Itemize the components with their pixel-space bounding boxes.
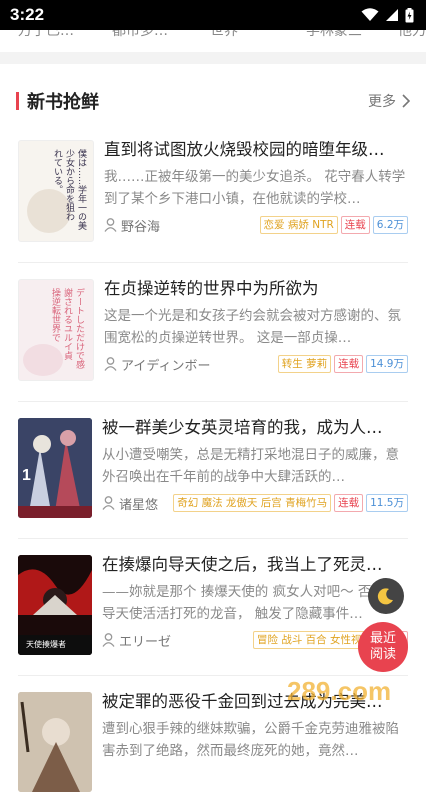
- book-cover[interactable]: [18, 692, 92, 792]
- user-icon: [104, 218, 117, 232]
- section-header: 新书抢鲜 更多: [0, 64, 426, 124]
- cover-art: 1: [18, 418, 92, 518]
- book-desc: 从小遭受嘲笑，总是无精打采地混日子的威廉，意外召唤出在千年前的战争中大肆活跃的…: [102, 447, 399, 485]
- category-tabs-partial: 万于已… 都市多… 世界 学林蒙三 他力…: [0, 30, 426, 52]
- book-tags: 恋爱 病娇 NTR 连载 6.2万: [259, 216, 408, 234]
- cover-volume-number: 1: [22, 467, 31, 484]
- status-time: 3:22: [10, 5, 45, 24]
- book-desc: 遭到心狠手辣的继妹欺骗，公爵千金克劳迪雅被陷害赤到了绝路，然而最终庞死的她，竟然…: [102, 721, 399, 759]
- status-tag: 连载: [334, 355, 364, 373]
- book-title[interactable]: 被一群美少女英灵培育的我，成为人…: [102, 416, 408, 440]
- section-separator: [0, 52, 426, 64]
- tab-partial-2[interactable]: 都市多…: [112, 30, 168, 40]
- book-meta: 野谷海 恋爱 病娇 NTR 连载 6.2万: [104, 214, 408, 236]
- cover-title-line: れている。: [52, 149, 63, 194]
- tab-partial-5[interactable]: 他力…: [398, 30, 426, 40]
- cover-title-line: デートしただけで感: [74, 287, 85, 369]
- recent-label-line-1: 最近: [369, 631, 396, 646]
- battery-icon: [405, 7, 414, 22]
- book-tags: 奇幻 魔法 龙傲天 后宫 青梅竹马 连载 11.5万: [173, 494, 408, 512]
- more-label: 更多: [368, 94, 396, 110]
- book-meta: アイディンボー 转生 萝莉 连载 14.9万: [104, 353, 408, 375]
- title-accent-bar: [16, 92, 19, 110]
- site-watermark: 289.com: [287, 676, 391, 706]
- section-title-wrap: 新书抢鲜: [16, 88, 99, 114]
- book-cover[interactable]: 1: [18, 418, 92, 518]
- author-name: 诸星悠: [119, 497, 159, 513]
- tab-partial-3[interactable]: 世界: [210, 30, 238, 40]
- book-desc: ——妳就是那个 揍爆天使的 疯女人对吧～ 否可向导天使活活打死的龙音， 触发了隐…: [102, 584, 399, 622]
- book-desc: 我……正被年级第一的美少女追杀。 花守春人转学到了某个乡下港口小镇，在他就读的学…: [104, 169, 406, 207]
- user-icon: [102, 633, 115, 647]
- book-info: 直到将试图放火烧毁校园的暗堕年级… 我……正被年级第一的美少女追杀。 花守春人转…: [104, 140, 408, 242]
- genre-tag: 奇幻 魔法 龙傲天 后宫 青梅竹马: [173, 494, 332, 512]
- cover-title-line: 少女から命を狙わ: [64, 149, 75, 221]
- book-item[interactable]: 1 被一群美少女英灵培育的我，成为人… 从小遭受嘲笑，总是无精打采地混日子的威廉…: [0, 402, 426, 518]
- svg-text:289.com: 289.com: [287, 676, 391, 706]
- wordcount-tag: 6.2万: [372, 216, 408, 234]
- status-icons: [361, 7, 414, 23]
- section-title: 新书抢鲜: [27, 92, 99, 113]
- status-tag: 连载: [340, 216, 370, 234]
- author-name: 野谷海: [121, 219, 161, 235]
- status-bar: 3:22: [0, 0, 426, 30]
- book-author: 诸星悠: [102, 494, 158, 513]
- moon-icon: [377, 588, 393, 605]
- author-name: エリーゼ: [119, 634, 172, 650]
- book-author: アイディンボー: [104, 355, 210, 374]
- wordcount-tag: 14.9万: [366, 355, 408, 373]
- book-cover[interactable]: デートしただけで感 謝されるユルイ貞 操逆転世界で: [18, 279, 94, 381]
- book-title[interactable]: 直到将试图放火烧毁校园的暗堕年级…: [104, 138, 408, 162]
- book-author: エリーゼ: [102, 631, 171, 650]
- book-cover[interactable]: 天使揍爆者: [18, 555, 92, 655]
- wifi-icon: [361, 8, 379, 21]
- cover-art: [18, 692, 92, 792]
- book-tags: 转生 萝莉 连载 14.9万: [277, 355, 408, 373]
- cover-art: デートしただけで感 謝されるユルイ貞 操逆転世界で: [23, 287, 85, 376]
- cover-title-line: 謝されるユルイ貞: [62, 287, 73, 361]
- user-icon: [102, 496, 115, 510]
- genre-tag: 转生 萝莉: [277, 355, 332, 373]
- cover-art: 僕は……学年一の美 少女から命を狙わ れている。: [27, 148, 87, 233]
- book-item[interactable]: デートしただけで感 謝されるユルイ貞 操逆転世界で 在贞操逆转的世界中为所欲为 …: [0, 263, 426, 381]
- book-desc: 这是一个光是和女孩子约会就会被对方感谢的、氛围宽松的贞操逆转世界。 这是一部贞操…: [104, 308, 401, 346]
- book-info: 被一群美少女英灵培育的我，成为人… 从小遭受嘲笑，总是无精打采地混日子的威廉，意…: [102, 418, 408, 518]
- recent-reading-button[interactable]: 最近 阅读: [358, 622, 408, 672]
- book-title[interactable]: 在贞操逆转的世界中为所欲为: [104, 277, 408, 301]
- user-icon: [104, 357, 117, 371]
- book-author: 野谷海: [104, 216, 160, 235]
- chevron-right-icon: [402, 94, 410, 108]
- wordcount-tag: 11.5万: [366, 494, 408, 512]
- cover-title-line: 操逆転世界で: [50, 287, 61, 342]
- book-title[interactable]: 在揍爆向导天使之后，我当上了死灵…: [102, 553, 408, 577]
- book-cover[interactable]: 僕は……学年一の美 少女から命を狙わ れている。: [18, 140, 94, 242]
- cover-title-line: 僕は……学年一の美: [76, 148, 87, 231]
- author-name: アイディンボー: [121, 358, 211, 374]
- book-item[interactable]: 僕は……学年一の美 少女から命を狙わ れている。 直到将试图放火烧毁校园的暗堕年…: [0, 124, 426, 242]
- tab-partial-4[interactable]: 学林蒙三: [306, 30, 362, 40]
- genre-tag: 恋爱 病娇 NTR: [259, 216, 338, 234]
- book-info: 在贞操逆转的世界中为所欲为 这是一个光是和女孩子约会就会被对方感谢的、氛围宽松的…: [104, 279, 408, 381]
- night-mode-button[interactable]: [368, 578, 404, 614]
- tab-partial-1[interactable]: 万于已…: [18, 30, 74, 40]
- recent-label-line-2: 阅读: [369, 647, 396, 662]
- book-meta: 诸星悠 奇幻 魔法 龙傲天 后宫 青梅竹马 连载 11.5万: [102, 492, 408, 514]
- signal-icon: [386, 9, 398, 21]
- cover-art: 天使揍爆者: [18, 555, 92, 655]
- cover-title-line: 天使揍爆者: [26, 639, 66, 649]
- status-tag: 连载: [334, 494, 364, 512]
- more-link[interactable]: 更多: [368, 91, 410, 111]
